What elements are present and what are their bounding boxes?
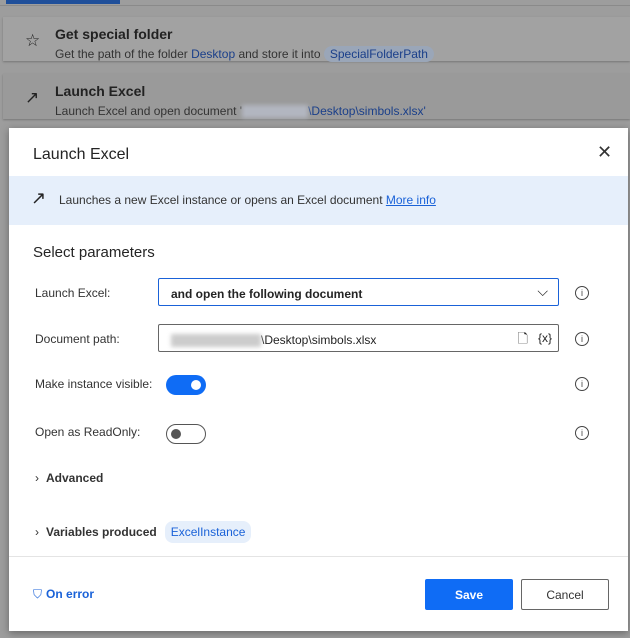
variables-expander[interactable]: › Variables produced ExcelInstance	[35, 521, 252, 543]
redacted-path	[242, 105, 309, 119]
make-visible-toggle[interactable]	[166, 375, 206, 395]
info-icon[interactable]: i	[575, 426, 589, 440]
save-button[interactable]: Save	[425, 579, 513, 610]
file-picker-icon[interactable]: 🗋	[518, 330, 528, 352]
shield-icon: ⛉	[33, 587, 43, 601]
info-icon[interactable]: i	[575, 286, 589, 300]
star-icon: ☆	[25, 31, 41, 50]
tab-divider	[0, 5, 630, 6]
section-heading: Select parameters	[33, 244, 155, 261]
chevron-right-icon: ›	[35, 525, 39, 539]
chevron-down-icon: ⌵	[537, 283, 548, 299]
footer-divider	[9, 556, 628, 557]
info-banner: ↗ Launches a new Excel instance or opens…	[9, 176, 628, 225]
redacted-path	[171, 334, 261, 348]
info-icon[interactable]: i	[575, 377, 589, 391]
on-error-button[interactable]: ⛉ On error	[33, 587, 94, 602]
launch-excel-dialog: Launch Excel ✕ ↗ Launches a new Excel in…	[9, 128, 628, 631]
arrow-up-right-icon: ↗	[25, 88, 40, 107]
readonly-toggle[interactable]	[166, 424, 206, 444]
active-tab-indicator	[6, 0, 120, 4]
variable-pill[interactable]: ExcelInstance	[164, 521, 252, 543]
action-description: Launch Excel and open document ' \Desktop…	[55, 104, 426, 119]
cancel-button[interactable]: Cancel	[521, 579, 609, 610]
action-description: Get the path of the folder Desktop and s…	[55, 46, 434, 62]
advanced-expander[interactable]: › Advanced	[35, 471, 103, 485]
dialog-title: Launch Excel	[33, 146, 130, 163]
chevron-right-icon: ›	[35, 471, 39, 485]
arrow-up-right-icon: ↗	[31, 188, 47, 208]
action-get-special-folder[interactable]: ☆ Get special folder Get the path of the…	[3, 17, 630, 62]
info-icon[interactable]: i	[575, 332, 589, 346]
document-path-input[interactable]: \Desktop\simbols.xlsx 🗋 {x}	[158, 324, 559, 352]
more-info-link[interactable]: More info	[386, 193, 436, 207]
close-icon[interactable]: ✕	[597, 142, 612, 163]
launch-excel-dropdown[interactable]: and open the following document ⌵	[158, 278, 559, 306]
variable-icon[interactable]: {x}	[538, 331, 552, 345]
action-launch-excel[interactable]: ↗ Launch Excel Launch Excel and open doc…	[3, 74, 630, 119]
